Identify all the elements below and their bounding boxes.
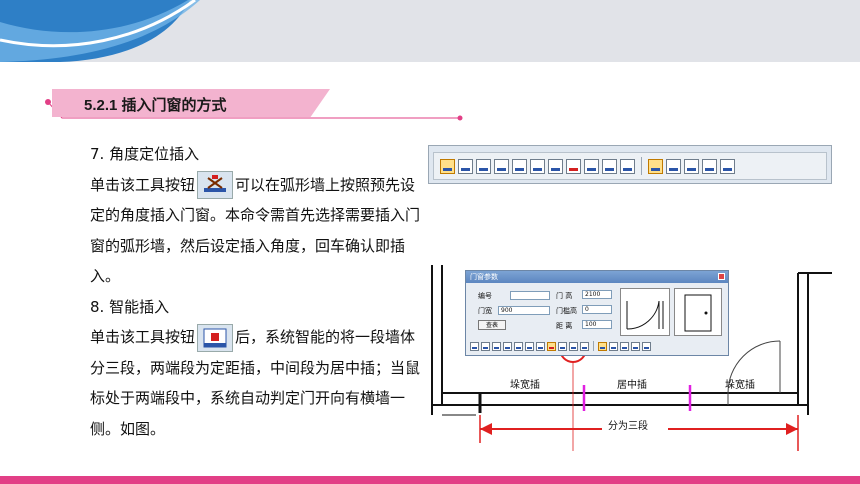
body-text: 7. 角度定位插入 单击该工具按钮 可以在弧形墙上按照预先设定的角度插入门窗。本命… bbox=[58, 139, 420, 444]
dlg-wall-equal-icon[interactable] bbox=[503, 341, 512, 351]
toolbar-separator bbox=[641, 157, 642, 175]
label-door-height: 门 高 bbox=[556, 292, 573, 300]
header-wave-decoration bbox=[0, 0, 200, 62]
dlg-smart-insert-icon[interactable] bbox=[547, 341, 556, 351]
label-middle-segment: 居中插 bbox=[617, 380, 647, 391]
dlg-door-type-icon[interactable] bbox=[598, 341, 607, 351]
sill-height-field[interactable]: 0 bbox=[582, 305, 612, 314]
arch-type-icon[interactable] bbox=[684, 158, 699, 174]
label-door-width: 门宽 bbox=[478, 307, 492, 315]
dialog-toolbar bbox=[470, 341, 651, 351]
angle-insert-icon[interactable] bbox=[197, 171, 234, 199]
dlg-angle-insert-icon[interactable] bbox=[536, 341, 545, 351]
axis-equal-insert-icon[interactable] bbox=[476, 158, 491, 174]
dlg-segment-icon[interactable] bbox=[569, 341, 578, 351]
dlg-combo-type-icon[interactable] bbox=[631, 341, 640, 351]
door-window-combo-icon[interactable] bbox=[702, 158, 717, 174]
door-type-icon[interactable] bbox=[648, 158, 663, 174]
dimension-label: 分为三段 bbox=[608, 421, 648, 432]
smart-insert-icon[interactable] bbox=[197, 323, 234, 352]
item7-heading: 7. 角度定位插入 bbox=[90, 145, 200, 163]
dlg-full-wall-icon[interactable] bbox=[558, 341, 567, 351]
dlg-pier-width-icon[interactable] bbox=[514, 341, 523, 351]
section-title: 5.2.1 插入门窗的方式 bbox=[84, 97, 227, 114]
free-insert-icon[interactable] bbox=[440, 158, 455, 174]
dlg-along-wall-icon[interactable] bbox=[481, 341, 490, 351]
dlg-point-icon[interactable] bbox=[580, 341, 589, 351]
close-icon[interactable] bbox=[718, 273, 725, 280]
bottom-accent-bar bbox=[0, 476, 860, 484]
dlg-free-insert-icon[interactable] bbox=[470, 341, 479, 351]
number-field[interactable] bbox=[510, 291, 550, 300]
full-wall-insert-icon[interactable] bbox=[584, 158, 599, 174]
smart-insert-toolbar-icon[interactable] bbox=[566, 158, 581, 174]
label-sill-height: 门槛高 bbox=[556, 307, 577, 315]
axis-distance-insert-icon[interactable] bbox=[530, 158, 545, 174]
label-right-segment: 垛宽插 bbox=[725, 380, 755, 391]
dlg-window-type-icon[interactable] bbox=[609, 341, 618, 351]
segment-insert-icon[interactable] bbox=[602, 158, 617, 174]
along-wall-insert-icon[interactable] bbox=[458, 158, 473, 174]
item7-text-before: 单击该工具按钮 bbox=[90, 175, 196, 194]
point-insert-icon[interactable] bbox=[620, 158, 635, 174]
pier-width-insert-icon[interactable] bbox=[512, 158, 527, 174]
plan-preview bbox=[620, 288, 670, 336]
item8-heading: 8. 智能插入 bbox=[90, 297, 170, 316]
item8-text-before: 单击该工具按钮 bbox=[90, 328, 196, 346]
item7-paragraph: 单击该工具按钮 可以在弧形墙上按照预先设定的角度插入门窗。本命令需首先选择需要插入… bbox=[58, 170, 420, 292]
lookup-button[interactable]: 查表 bbox=[478, 320, 506, 330]
angle-insert-toolbar-icon[interactable] bbox=[548, 158, 563, 174]
dlg-arch-type-icon[interactable] bbox=[620, 341, 629, 351]
toolbar-inner bbox=[433, 152, 827, 180]
opening-type-icon[interactable] bbox=[720, 158, 735, 174]
label-distance: 距 离 bbox=[556, 322, 573, 330]
item8-paragraph: 单击该工具按钮 后，系统智能的将一段墙体分三段，两端段为定距插，中间段为居中插；当… bbox=[58, 322, 420, 444]
door-window-toolbar bbox=[428, 145, 832, 184]
elevation-preview bbox=[674, 288, 722, 336]
label-left-segment: 垛宽插 bbox=[510, 380, 540, 391]
dialog-title: 门窗参数 bbox=[466, 271, 728, 283]
window-type-icon[interactable] bbox=[666, 158, 681, 174]
door-height-field[interactable]: 2100 bbox=[582, 290, 612, 299]
door-window-params-dialog: 门窗参数 编号 门宽 900 查表 门 高 2100 门槛高 0 距 离 100 bbox=[465, 270, 729, 356]
dlg-axis-distance-icon[interactable] bbox=[525, 341, 534, 351]
wall-equal-insert-icon[interactable] bbox=[494, 158, 509, 174]
distance-field[interactable]: 100 bbox=[582, 320, 612, 329]
label-number: 编号 bbox=[478, 292, 492, 300]
dialog-title-text: 门窗参数 bbox=[470, 273, 498, 281]
door-width-field[interactable]: 900 bbox=[498, 306, 550, 315]
dlg-opening-type-icon[interactable] bbox=[642, 341, 651, 351]
dlg-axis-equal-icon[interactable] bbox=[492, 341, 501, 351]
dialog-toolbar-separator bbox=[593, 341, 594, 351]
